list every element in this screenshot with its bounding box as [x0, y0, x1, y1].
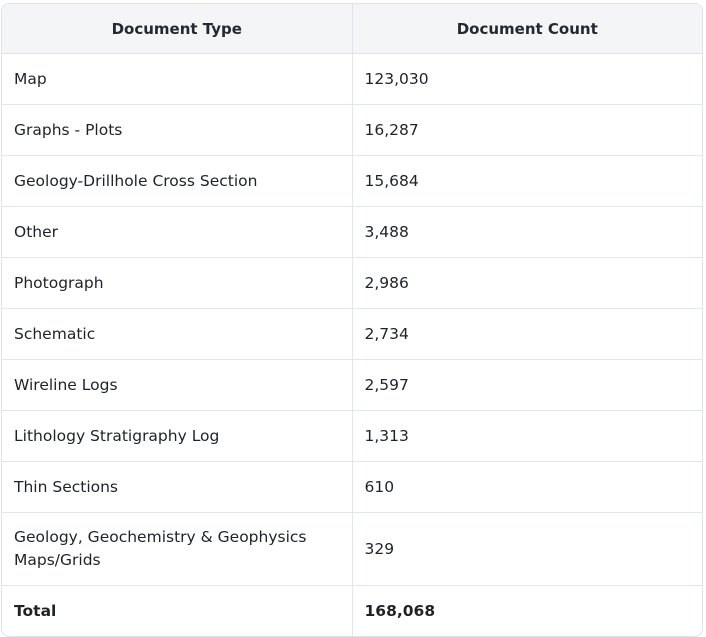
cell-document-count: 15,684 [351, 155, 702, 207]
table-row: Geology, Geochemistry & Geophysics Maps/… [2, 512, 702, 586]
header-row: Document Type Document Count [2, 4, 702, 54]
cell-document-count: 1,313 [351, 410, 702, 462]
cell-document-type: Geology-Drillhole Cross Section [2, 155, 352, 207]
document-count-table: Document Type Document Count Map 123,030… [1, 3, 703, 637]
cell-document-count: 610 [351, 461, 702, 513]
table-header: Document Type Document Count [2, 4, 702, 54]
cell-document-count: 16,287 [351, 104, 702, 156]
table-row: Map 123,030 [2, 53, 702, 105]
cell-document-count: 3,488 [351, 206, 702, 258]
total-row: Total 168,068 [2, 585, 702, 636]
cell-document-count: 123,030 [351, 53, 702, 105]
header-document-count: Document Count [351, 4, 702, 54]
table-row: Graphs - Plots 16,287 [2, 104, 702, 156]
total-label: Total [2, 585, 352, 636]
table-row: Photograph 2,986 [2, 257, 702, 309]
cell-document-type: Schematic [2, 308, 352, 360]
cell-document-type: Graphs - Plots [2, 104, 352, 156]
table: Document Type Document Count Map 123,030… [2, 4, 702, 636]
cell-document-type: Other [2, 206, 352, 258]
table-row: Lithology Stratigraphy Log 1,313 [2, 410, 702, 462]
table-row: Other 3,488 [2, 206, 702, 258]
total-value: 168,068 [351, 585, 702, 636]
cell-document-type: Lithology Stratigraphy Log [2, 410, 352, 462]
cell-document-count: 2,734 [351, 308, 702, 360]
header-document-type: Document Type [2, 4, 352, 54]
cell-document-type: Photograph [2, 257, 352, 309]
table-row: Thin Sections 610 [2, 461, 702, 513]
table-row: Wireline Logs 2,597 [2, 359, 702, 411]
cell-document-count: 2,986 [351, 257, 702, 309]
cell-document-type: Wireline Logs [2, 359, 352, 411]
cell-document-count: 2,597 [351, 359, 702, 411]
cell-document-count: 329 [351, 512, 702, 586]
table-row: Geology-Drillhole Cross Section 15,684 [2, 155, 702, 207]
cell-document-type: Map [14, 69, 47, 88]
cell-document-type: Thin Sections [2, 461, 352, 513]
table-row: Schematic 2,734 [2, 308, 702, 360]
table-body: Map 123,030 Graphs - Plots 16,287 Geolog… [2, 53, 702, 636]
cell-document-type: Geology, Geochemistry & Geophysics Maps/… [2, 512, 352, 586]
